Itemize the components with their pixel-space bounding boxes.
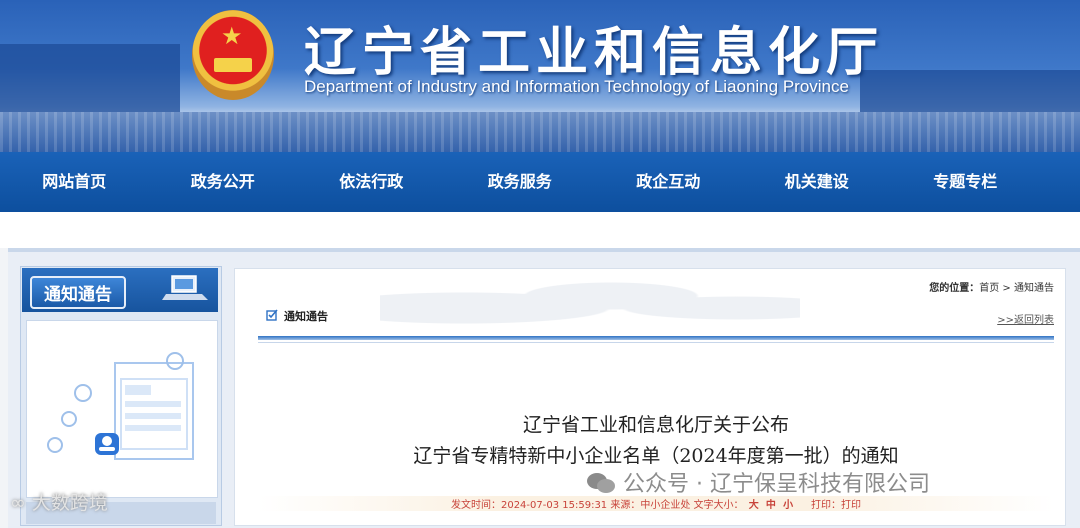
- site-header-banner: ★ 辽宁省工业和信息化厅 Department of Industry and …: [0, 0, 1080, 152]
- sidebar-header: 通知通告: [22, 268, 218, 312]
- nav-item-law-administration[interactable]: 依法行政: [297, 152, 446, 212]
- main-nav: 网站首页 政务公开 依法行政 政务服务 政企互动 机关建设 专题专栏: [0, 152, 1080, 212]
- font-size-large-button[interactable]: 大: [749, 500, 759, 511]
- nav-item-interaction[interactable]: 政企互动: [594, 152, 743, 212]
- breadcrumb-home-link[interactable]: 首页: [979, 283, 999, 294]
- document-browser-illustration-icon: [47, 352, 194, 460]
- article-meta-text: 发文时间：2024-07-03 15:59:31 来源：中小企业处 文字大小：: [450, 500, 744, 511]
- city-skyline-right: [860, 70, 1080, 114]
- infinity-icon: ∞: [10, 492, 26, 514]
- section-divider-thin: [258, 342, 1054, 343]
- national-emblem-icon: ★: [192, 10, 274, 100]
- print-button[interactable]: 打印：打印: [811, 500, 861, 511]
- site-subtitle: Department of Industry and Information T…: [304, 77, 849, 96]
- laptop-icon: [162, 275, 208, 300]
- nav-item-government-services[interactable]: 政务服务: [446, 152, 595, 212]
- breadcrumb-separator: >: [999, 283, 1014, 294]
- spacer: [0, 212, 1080, 248]
- breadcrumb: 您的位置：首页 > 通知通告: [929, 279, 1054, 294]
- wechat-watermark: 公众号 · 辽宁保呈科技有限公司: [586, 466, 930, 498]
- font-size-medium-button[interactable]: 中: [766, 500, 776, 511]
- article-title-line1: 辽宁省工业和信息化厅关于公布: [522, 414, 789, 436]
- nav-item-agency-building[interactable]: 机关建设: [743, 152, 892, 212]
- section-divider: [258, 336, 1054, 340]
- back-to-list-link[interactable]: >>返回列表: [997, 311, 1054, 326]
- edit-checkbox-icon: [266, 309, 278, 321]
- brand-watermark-text: 大数跨境: [31, 492, 108, 514]
- river-reflection: [0, 112, 1080, 152]
- breadcrumb-prefix: 您的位置：: [929, 283, 980, 294]
- breadcrumb-current[interactable]: 通知通告: [1014, 283, 1054, 294]
- article-meta: 发文时间：2024-07-03 15:59:31 来源：中小企业处 文字大小： …: [258, 496, 1054, 511]
- site-title: 辽宁省工业和信息化厅: [304, 25, 885, 82]
- city-skyline: [0, 44, 180, 114]
- article-title-line2: 辽宁省专精特新中小企业名单（2024年度第一批）的通知: [413, 445, 899, 467]
- font-size-small-button[interactable]: 小: [783, 500, 793, 511]
- world-map-decoration: [380, 272, 800, 332]
- wechat-icon: [587, 473, 615, 493]
- nav-item-home[interactable]: 网站首页: [0, 152, 149, 212]
- section-title: 通知通告: [284, 310, 328, 323]
- nav-item-government-affairs[interactable]: 政务公开: [149, 152, 298, 212]
- brand-watermark: ∞ 大数跨境: [10, 488, 108, 515]
- nav-item-special-topics[interactable]: 专题专栏: [891, 152, 1040, 212]
- sidebar-illustration-card: [26, 320, 218, 498]
- sidebar-title: 通知通告: [30, 276, 126, 309]
- wechat-watermark-text: 公众号 · 辽宁保呈科技有限公司: [623, 472, 930, 497]
